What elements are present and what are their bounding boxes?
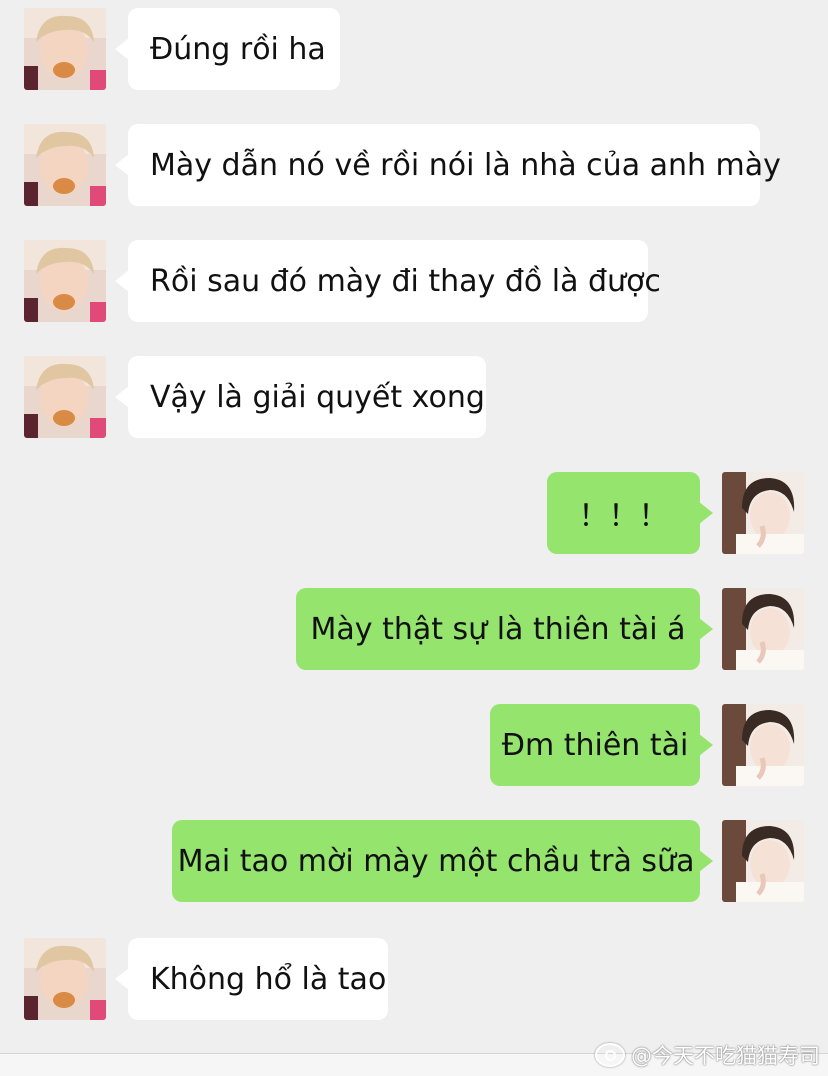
avatar[interactable] bbox=[24, 938, 106, 1020]
message-row: Rồi sau đó mày đi thay đồ là được bbox=[0, 240, 828, 324]
message-text: Đm thiên tài bbox=[501, 727, 689, 763]
message-text: Đúng rồi ha bbox=[150, 31, 326, 67]
avatar[interactable] bbox=[24, 8, 106, 90]
message-row: Mày dẫn nó về rồi nói là nhà của anh mày bbox=[0, 124, 828, 208]
message-bubble[interactable]: Không hổ là tao bbox=[115, 938, 388, 1020]
message-row: ！！！ bbox=[0, 472, 828, 556]
message-row: Đm thiên tài bbox=[0, 704, 828, 788]
message-row: Đúng rồi ha bbox=[0, 8, 828, 92]
message-row: Không hổ là tao bbox=[0, 938, 828, 1022]
avatar[interactable] bbox=[722, 588, 804, 670]
message-bubble[interactable]: Rồi sau đó mày đi thay đồ là được bbox=[115, 240, 661, 322]
message-bubble[interactable]: Đúng rồi ha bbox=[115, 8, 340, 90]
avatar[interactable] bbox=[722, 820, 804, 902]
message-bubble[interactable]: Mày thật sự là thiên tài á bbox=[296, 588, 713, 670]
message-text: Mai tao mời mày một chầu trà sữa bbox=[177, 843, 695, 879]
message-row: Vậy là giải quyết xong bbox=[0, 356, 828, 440]
message-bubble[interactable]: Mai tao mời mày một chầu trà sữa bbox=[172, 820, 713, 902]
avatar[interactable] bbox=[24, 356, 106, 438]
message-bubble[interactable]: Đm thiên tài bbox=[490, 704, 713, 786]
message-text: Mày dẫn nó về rồi nói là nhà của anh mày bbox=[150, 147, 781, 183]
message-text: Vậy là giải quyết xong bbox=[150, 379, 485, 415]
message-bubble[interactable]: Vậy là giải quyết xong bbox=[115, 356, 486, 438]
message-bubble[interactable]: Mày dẫn nó về rồi nói là nhà của anh mày bbox=[115, 124, 781, 206]
avatar[interactable] bbox=[24, 240, 106, 322]
avatar[interactable] bbox=[722, 704, 804, 786]
message-row: Mai tao mời mày một chầu trà sữa bbox=[0, 820, 828, 904]
weibo-icon bbox=[595, 1043, 625, 1067]
message-row: Mày thật sự là thiên tài á bbox=[0, 588, 828, 672]
message-text: Không hổ là tao bbox=[150, 961, 387, 997]
message-text: Rồi sau đó mày đi thay đồ là được bbox=[150, 263, 661, 299]
message-text: Mày thật sự là thiên tài á bbox=[310, 611, 686, 647]
message-text: ！！！ bbox=[578, 499, 669, 534]
message-bubble[interactable]: ！！！ bbox=[547, 472, 713, 554]
watermark-text: @今天不吃猫猫寿司 bbox=[631, 1044, 820, 1068]
watermark: @今天不吃猫猫寿司 bbox=[595, 1040, 820, 1070]
avatar[interactable] bbox=[722, 472, 804, 554]
avatar[interactable] bbox=[24, 124, 106, 206]
